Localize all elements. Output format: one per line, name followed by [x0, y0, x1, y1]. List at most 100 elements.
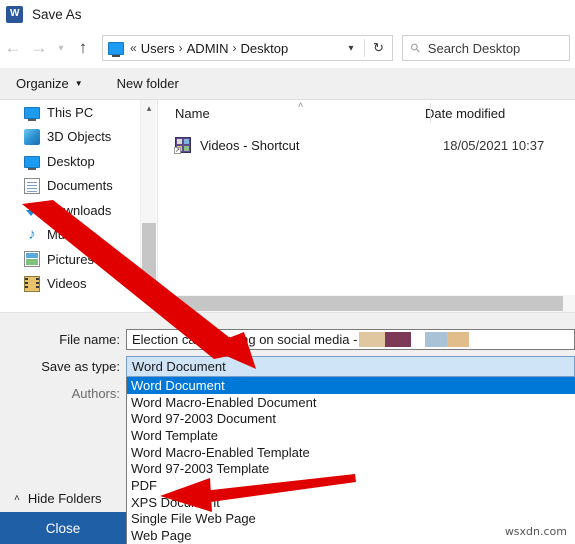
address-bar[interactable]: « Users › ADMIN › Desktop ▾ ↻ — [102, 35, 393, 61]
back-arrow-icon[interactable]: ← — [0, 34, 26, 62]
dropdown-item-pdf[interactable]: PDF — [127, 477, 575, 494]
address-chevron-down-icon[interactable]: ▾ — [340, 36, 362, 60]
dropdown-item-word-macro-enabled-template[interactable]: Word Macro-Enabled Template — [127, 444, 575, 461]
this-pc-icon — [108, 41, 124, 57]
sort-ascending-icon: ˄ — [298, 100, 304, 110]
sidebar-item-label: Desktop — [47, 153, 95, 169]
dropdown-item-word-97-2003-template[interactable]: Word 97-2003 Template — [127, 460, 575, 477]
up-arrow-icon[interactable]: ↑ — [70, 34, 96, 62]
dropdown-item-word-macro-enabled-document[interactable]: Word Macro-Enabled Document — [127, 394, 575, 411]
downloads-icon — [24, 202, 40, 218]
breadcrumb-separator: › — [178, 41, 183, 55]
title-bar: W Save As — [0, 0, 575, 28]
desktop-icon — [24, 156, 40, 171]
save-as-type-dropdown[interactable]: Word Document Word Macro-Enabled Documen… — [126, 377, 575, 544]
pictures-icon — [24, 251, 40, 268]
redaction-gap — [411, 332, 426, 347]
new-folder-label: New folder — [116, 76, 179, 91]
dropdown-item-word-template[interactable]: Word Template — [127, 427, 575, 444]
forward-arrow-icon[interactable]: → — [26, 34, 52, 62]
dropdown-item-xps-document[interactable]: XPS Document — [127, 494, 575, 511]
column-divider — [430, 103, 431, 122]
sidebar-item-label: Videos — [47, 276, 87, 292]
new-folder-button[interactable]: New folder — [109, 68, 187, 99]
save-as-type-label-row: Save as type: — [0, 356, 120, 377]
breadcrumb-users[interactable]: Users — [141, 41, 175, 56]
close-button-label: Close — [45, 520, 81, 536]
file-list: Name Date modified ˄ ↗ Videos - Shortcut… — [162, 100, 575, 295]
authors-label-row: Authors: — [0, 383, 120, 403]
file-name-value: Election campaigning on social media - — [132, 332, 358, 347]
browser-body: This PC 3D Objects Desktop Documents Dow… — [0, 100, 575, 313]
redaction-block-1 — [359, 332, 386, 347]
file-name-cell: Videos - Shortcut — [200, 137, 300, 153]
chevron-down-icon: ▼ — [74, 79, 83, 88]
command-bar: Organize ▼ New folder — [0, 68, 575, 100]
redaction-block-4 — [447, 332, 470, 347]
chevron-left-icon[interactable]: ◂ — [160, 295, 177, 312]
recent-locations-chevron-down-icon[interactable]: ▾ — [52, 34, 70, 62]
search-icon: ⚲ — [407, 39, 424, 57]
sidebar-item-label: Music — [47, 227, 81, 243]
file-name-label-row: File name: — [0, 329, 120, 350]
scrollbar-thumb[interactable] — [178, 296, 563, 311]
sidebar-item-pictures[interactable]: Pictures — [0, 247, 140, 272]
videos-icon — [24, 275, 40, 292]
dropdown-item-word-document[interactable]: Word Document — [127, 377, 575, 394]
sidebar-item-videos[interactable]: Videos — [0, 272, 140, 297]
file-date-cell: 18/05/2021 10:37 — [443, 137, 545, 153]
save-as-type-label: Save as type: — [41, 359, 120, 374]
redaction-block-3 — [425, 332, 448, 347]
shortcut-file-icon: ↗ — [174, 137, 191, 154]
watermark: wsxdn.com — [504, 525, 567, 538]
sidebar-item-3d-objects[interactable]: 3D Objects — [0, 125, 140, 150]
sidebar-item-local-disk[interactable]: Local Disk (C:) — [0, 296, 140, 298]
table-row[interactable]: ↗ Videos - Shortcut 18/05/2021 10:37 — [162, 132, 575, 158]
breadcrumb-separator: › — [232, 41, 237, 55]
close-button[interactable]: Close — [0, 512, 126, 544]
navigation-pane: This PC 3D Objects Desktop Documents Dow… — [0, 100, 140, 298]
address-prefix: « — [130, 41, 137, 55]
sidebar-item-label: Documents — [47, 178, 113, 194]
chevron-down-icon[interactable]: ▾ — [141, 282, 157, 298]
file-name-input[interactable]: Election campaigning on social media - — [126, 329, 575, 350]
this-pc-icon — [24, 107, 40, 122]
sidebar-item-music[interactable]: ♪ Music — [0, 223, 140, 248]
sidebar-item-desktop[interactable]: Desktop — [0, 149, 140, 174]
dropdown-item-word-97-2003-document[interactable]: Word 97-2003 Document — [127, 410, 575, 427]
hide-folders-button[interactable]: ˄ Hide Folders — [0, 484, 126, 512]
documents-icon — [24, 177, 40, 194]
search-box[interactable]: ⚲ Search Desktop — [402, 35, 570, 61]
chevron-up-icon[interactable]: ▴ — [141, 100, 157, 116]
breadcrumb-desktop[interactable]: Desktop — [241, 41, 289, 56]
dialog-title: Save As — [32, 6, 82, 22]
music-icon: ♪ — [28, 225, 36, 243]
scrollbar-thumb[interactable] — [142, 223, 156, 285]
chevron-up-icon: ˄ — [14, 492, 20, 504]
sidebar-item-label: Pictures — [47, 251, 94, 267]
organize-button[interactable]: Organize ▼ — [8, 68, 91, 99]
word-icon: W — [6, 5, 23, 23]
word-icon-glyph: W — [10, 8, 19, 19]
navigation-bar: ← → ▾ ↑ « Users › ADMIN › Desktop ▾ ↻ ⚲ … — [0, 28, 575, 68]
navigation-pane-scrollbar[interactable]: ▴ ▾ — [140, 100, 156, 298]
file-list-horizontal-scrollbar[interactable]: ◂ — [160, 295, 575, 312]
3d-objects-icon — [24, 128, 40, 145]
save-as-dialog: W Save As ← → ▾ ↑ « Users › ADMIN › Desk… — [0, 0, 575, 544]
sidebar-item-label: Downloads — [47, 202, 112, 218]
breadcrumb-admin[interactable]: ADMIN — [187, 41, 229, 56]
save-as-type-combobox[interactable]: Word Document — [126, 356, 575, 377]
sidebar-item-documents[interactable]: Documents — [0, 174, 140, 199]
search-input[interactable]: Search Desktop — [428, 41, 521, 56]
column-header-date-modified[interactable]: Date modified — [425, 106, 505, 121]
sidebar-item-downloads[interactable]: Downloads — [0, 198, 140, 223]
column-header-row: Name Date modified ˄ — [162, 100, 575, 126]
refresh-icon[interactable]: ↻ — [365, 36, 392, 60]
sidebar-item-label: 3D Objects — [47, 129, 112, 145]
file-name-label: File name: — [59, 332, 120, 347]
save-as-type-value: Word Document — [132, 359, 226, 374]
authors-label: Authors: — [71, 385, 120, 401]
hide-folders-label: Hide Folders — [27, 490, 102, 506]
pane-splitter[interactable] — [157, 100, 158, 298]
sidebar-item-this-pc[interactable]: This PC — [0, 100, 140, 125]
